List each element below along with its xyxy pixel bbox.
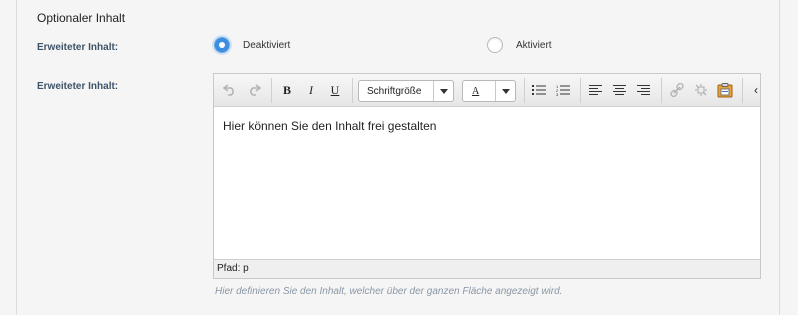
- toolbar-separator: [524, 78, 525, 103]
- optional-content-panel: Optionaler Inhalt Erweiteter Inhalt: Dea…: [16, 0, 780, 315]
- undo-icon[interactable]: [220, 80, 240, 100]
- rich-text-editor: B I U Schriftgröße A 123 ‹ Hier können S…: [213, 73, 761, 279]
- field-hint: Hier definieren Sie den Inhalt, welcher …: [215, 286, 563, 297]
- toolbar-separator: [742, 78, 743, 103]
- font-size-select[interactable]: Schriftgröße: [358, 80, 454, 102]
- unlink-icon[interactable]: [691, 80, 711, 100]
- toolbar-separator: [352, 78, 353, 103]
- chevron-down-icon: [495, 81, 515, 101]
- italic-button[interactable]: I: [301, 80, 321, 100]
- font-size-select-value: Schriftgröße: [367, 85, 422, 97]
- editor-path-bar: Pfad: p: [214, 259, 760, 278]
- extended-content-editor-label: Erweiteter Inhalt:: [37, 81, 119, 92]
- toolbar-separator: [580, 78, 581, 103]
- radio-label-aktiviert: Aktiviert: [516, 39, 552, 51]
- underline-button[interactable]: U: [325, 80, 345, 100]
- align-center-icon[interactable]: [610, 80, 630, 100]
- link-icon[interactable]: [667, 80, 687, 100]
- radio-button-aktiviert[interactable]: [487, 37, 503, 53]
- radio-button-deaktiviert[interactable]: [214, 37, 230, 53]
- paste-icon[interactable]: [715, 80, 735, 100]
- radio-deaktiviert[interactable]: Deaktiviert: [214, 37, 290, 53]
- toolbar-separator: [661, 78, 662, 103]
- text-color-select[interactable]: A: [462, 80, 516, 102]
- chevron-down-icon: [433, 81, 453, 101]
- bullet-list-icon[interactable]: [529, 80, 549, 100]
- section-title: Optionaler Inhalt: [37, 11, 126, 25]
- redo-icon[interactable]: [244, 80, 264, 100]
- extended-content-radio-label: Erweiteter Inhalt:: [37, 42, 119, 53]
- numbered-list-icon[interactable]: 123: [553, 80, 573, 100]
- toolbar-separator: [271, 78, 272, 103]
- editor-content[interactable]: Hier können Sie den Inhalt frei gestalte…: [214, 107, 760, 259]
- svg-text:3: 3: [556, 92, 559, 96]
- radio-label-deaktiviert: Deaktiviert: [243, 39, 291, 51]
- radio-aktiviert[interactable]: Aktiviert: [487, 37, 552, 53]
- align-left-icon[interactable]: [586, 80, 606, 100]
- editor-toolbar: B I U Schriftgröße A 123 ‹: [214, 74, 760, 107]
- bold-button[interactable]: B: [277, 80, 297, 100]
- more-icon[interactable]: ‹: [746, 80, 760, 100]
- align-right-icon[interactable]: [634, 80, 654, 100]
- text-color-icon: A: [472, 85, 480, 97]
